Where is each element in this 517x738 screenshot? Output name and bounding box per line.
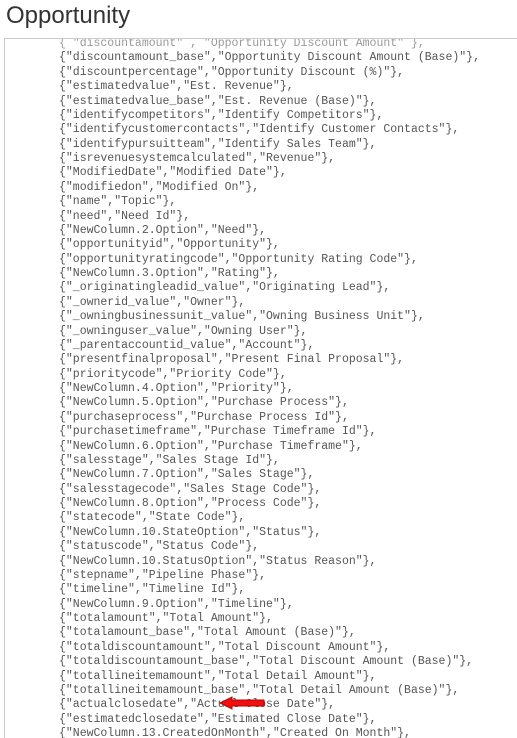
code-line: {"isrevenuesystemcalculated","Revenue"}, — [5, 152, 517, 166]
code-line: {"totaldiscountamount_base","Total Disco… — [5, 655, 517, 669]
code-line: {"salesstagecode","Sales Stage Code"}, — [5, 483, 517, 497]
code-line: {"NewColumn.13.CreatedOnMonth","Created … — [5, 727, 517, 738]
code-line: {"NewColumn.3.Option","Rating"}, — [5, 267, 517, 281]
annotation-arrow-icon — [218, 695, 266, 711]
code-line: {"_ownerid_value","Owner"}, — [5, 296, 517, 310]
code-line: {"NewColumn.10.StatusOption","Status Rea… — [5, 555, 517, 569]
code-line: {"NewColumn.9.Option","Timeline"}, — [5, 598, 517, 612]
code-line: {"discountpercentage","Opportunity Disco… — [5, 66, 517, 80]
code-line: {"name","Topic"}, — [5, 195, 517, 209]
code-line: {"estimatedvalue_base","Est. Revenue (Ba… — [5, 95, 517, 109]
code-line: {"estimatedclosedate","Estimated Close D… — [5, 713, 517, 727]
code-line: {"NewColumn.10.StateOption","Status"}, — [5, 526, 517, 540]
code-panel: { "discountamount" , "Opportunity Discou… — [4, 38, 517, 738]
code-line: {"ModifiedDate","Modified Date"}, — [5, 166, 517, 180]
code-line: {"estimatedvalue","Est. Revenue"}, — [5, 80, 517, 94]
code-line: {"need","Need Id"}, — [5, 210, 517, 224]
code-line: {"_owninguser_value","Owning User"}, — [5, 325, 517, 339]
code-line: {"prioritycode","Priority Code"}, — [5, 368, 517, 382]
code-line: {"NewColumn.8.Option","Process Code"}, — [5, 497, 517, 511]
code-line: {"timeline","Timeline Id"}, — [5, 583, 517, 597]
code-line: {"identifypursuitteam","Identify Sales T… — [5, 138, 517, 152]
code-line: {"discountamount_base","Opportunity Disc… — [5, 51, 517, 65]
code-line: {"statecode","State Code"}, — [5, 511, 517, 525]
code-line: {"totallineitemamount","Total Detail Amo… — [5, 670, 517, 684]
code-line: {"NewColumn.7.Option","Sales Stage"}, — [5, 468, 517, 482]
code-line: {"statuscode","Status Code"}, — [5, 540, 517, 554]
page-title: Opportunity — [0, 0, 517, 38]
code-line: {"identifycustomercontacts","Identify Cu… — [5, 123, 517, 137]
code-line: {"_parentaccountid_value","Account"}, — [5, 339, 517, 353]
code-line: {"totaldiscountamount","Total Discount A… — [5, 641, 517, 655]
code-line: {"salesstage","Sales Stage Id"}, — [5, 454, 517, 468]
code-line: {"NewColumn.5.Option","Purchase Process"… — [5, 396, 517, 410]
code-line: {"purchaseprocess","Purchase Process Id"… — [5, 411, 517, 425]
code-line: {"opportunityratingcode","Opportunity Ra… — [5, 253, 517, 267]
code-line: {"_owningbusinessunit_value","Owning Bus… — [5, 310, 517, 324]
code-line: {"stepname","Pipeline Phase"}, — [5, 569, 517, 583]
code-line: {"opportunityid","Opportunity"}, — [5, 238, 517, 252]
code-line: {"totalamount","Total Amount"}, — [5, 612, 517, 626]
code-line: {"presentfinalproposal","Present Final P… — [5, 353, 517, 367]
code-line-partial: { "discountamount" , "Opportunity Discou… — [5, 38, 517, 51]
code-line: {"identifycompetitors","Identify Competi… — [5, 109, 517, 123]
code-line: {"totalamount_base","Total Amount (Base)… — [5, 626, 517, 640]
code-line: {"_originatingleadid_value","Originating… — [5, 281, 517, 295]
code-line: {"NewColumn.2.Option","Need"}, — [5, 224, 517, 238]
code-line: {"modifiedon","Modified On"}, — [5, 181, 517, 195]
code-line: {"NewColumn.4.Option","Priority"}, — [5, 382, 517, 396]
code-line: {"NewColumn.6.Option","Purchase Timefram… — [5, 440, 517, 454]
code-line: {"purchasetimeframe","Purchase Timeframe… — [5, 425, 517, 439]
